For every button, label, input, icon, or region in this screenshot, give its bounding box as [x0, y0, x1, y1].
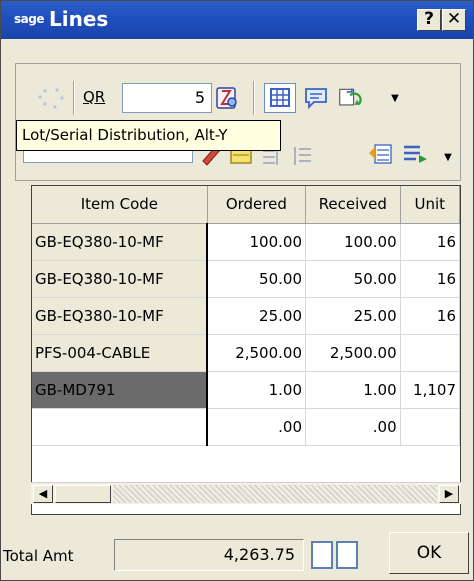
toolbar-separator	[253, 81, 255, 115]
received-cell[interactable]: 2,500.00	[305, 334, 401, 372]
move-down-icon[interactable]	[401, 137, 429, 167]
scroll-left-button[interactable]: ◀	[33, 485, 53, 503]
table-row[interactable]: GB-EQ380-10-MF 25.00 25.00 16	[32, 297, 460, 335]
quick-row-input[interactable]: 5	[122, 83, 212, 113]
unit-cell[interactable]	[400, 334, 460, 372]
status-indicator-1	[311, 541, 333, 569]
busy-spinner-icon	[38, 88, 64, 109]
comment-icon[interactable]	[303, 85, 329, 111]
item-code-cell[interactable]: GB-EQ380-10-MF	[32, 260, 209, 298]
status-indicator-2	[336, 541, 358, 569]
ordered-cell[interactable]: .00	[207, 408, 307, 446]
title-bar: sage Lines ? ✕	[1, 1, 473, 39]
table-row[interactable]: GB-EQ380-10-MF 100.00 100.00 16	[32, 223, 460, 261]
table-row-selected[interactable]: GB-MD791 1.00 1.00 1,107	[32, 371, 460, 409]
toolbar-separator	[73, 81, 75, 115]
item-code-cell[interactable]: GB-EQ380-10-MF	[32, 297, 209, 335]
scroll-right-button[interactable]: ▶	[439, 485, 459, 503]
ordered-cell[interactable]: 1.00	[207, 371, 307, 409]
total-amount-field: 4,263.75	[114, 539, 304, 571]
ok-button[interactable]: OK	[389, 532, 469, 574]
received-cell[interactable]: 25.00	[305, 297, 401, 335]
scrollbar-track[interactable]	[113, 485, 437, 503]
ordered-cell[interactable]: 2,500.00	[207, 334, 307, 372]
unit-cell[interactable]: 16	[400, 297, 460, 335]
ordered-cell[interactable]: 25.00	[207, 297, 307, 335]
close-button[interactable]: ✕	[442, 9, 466, 31]
received-cell[interactable]: 50.00	[305, 260, 401, 298]
lines-grid[interactable]: Item Code Ordered Received Unit GB-EQ380…	[31, 185, 461, 515]
col-header-received[interactable]: Received	[305, 186, 401, 224]
list-icon[interactable]	[289, 137, 317, 167]
unit-cell[interactable]: 16	[400, 260, 460, 298]
distribution-refresh-icon[interactable]	[338, 85, 364, 111]
item-code-cell[interactable]: PFS-004-CABLE	[32, 334, 209, 372]
sage-logo: sage	[14, 12, 44, 26]
table-row[interactable]: GB-EQ380-10-MF 50.00 50.00 16	[32, 260, 460, 298]
lot-serial-tooltip: Lot/Serial Distribution, Alt-Y	[16, 120, 281, 151]
total-amount-label: Total Amt	[3, 547, 74, 565]
unit-cell[interactable]: 1,107	[400, 371, 460, 409]
unit-cell[interactable]: 16	[400, 223, 460, 261]
received-cell[interactable]: 1.00	[305, 371, 401, 409]
ordered-cell[interactable]: 100.00	[207, 223, 307, 261]
unit-cell[interactable]	[400, 408, 460, 446]
ordered-cell[interactable]: 50.00	[207, 260, 307, 298]
lines-window: sage Lines ? ✕ QR 5 ▼ ▼ Lot/Serial Distr…	[0, 0, 474, 581]
item-code-cell[interactable]: GB-MD791	[32, 371, 209, 409]
item-code-cell[interactable]: GB-EQ380-10-MF	[32, 223, 209, 261]
table-row[interactable]: PFS-004-CABLE 2,500.00 2,500.00	[32, 334, 460, 372]
item-code-cell[interactable]	[32, 408, 209, 446]
more-tools-dropdown-2[interactable]: ▼	[442, 152, 454, 164]
horizontal-scrollbar[interactable]: ◀ ▶	[31, 482, 461, 504]
col-header-unit[interactable]: Unit	[400, 186, 460, 224]
help-button[interactable]: ?	[417, 9, 441, 31]
header-row: Item Code Ordered Received Unit	[32, 186, 460, 224]
received-cell[interactable]: 100.00	[305, 223, 401, 261]
qr-label: QR	[83, 88, 106, 106]
table-row-new[interactable]: .00 .00	[32, 408, 460, 446]
scrollbar-thumb[interactable]	[55, 485, 111, 503]
received-cell[interactable]: .00	[305, 408, 401, 446]
grid-view-icon[interactable]	[264, 83, 296, 113]
more-tools-dropdown[interactable]: ▼	[389, 93, 401, 105]
col-header-ordered[interactable]: Ordered	[207, 186, 307, 224]
lines-table: Item Code Ordered Received Unit GB-EQ380…	[32, 186, 460, 446]
move-up-icon[interactable]	[367, 137, 395, 167]
window-title: Lines	[49, 7, 109, 31]
col-header-item-code[interactable]: Item Code	[32, 186, 208, 224]
lookup-icon[interactable]	[214, 85, 240, 111]
